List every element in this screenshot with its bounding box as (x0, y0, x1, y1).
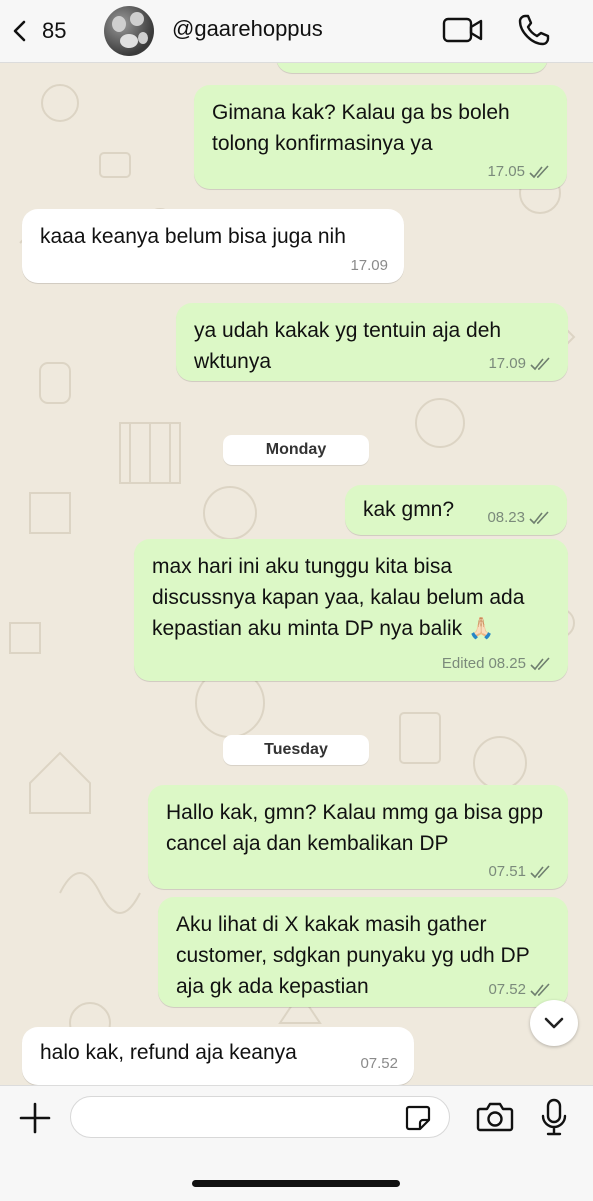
edited-label: Edited (441, 655, 485, 672)
message-bubble-outgoing[interactable]: ya udah kakak yg tentuin aja deh wktunya… (176, 303, 568, 381)
double-check-icon (530, 357, 550, 371)
message-time: 07.51 (488, 863, 526, 880)
chat-area[interactable]: Gimana kak? Kalau ga bs boleh tolong kon… (0, 63, 593, 1085)
day-separator-label: Monday (265, 441, 327, 458)
message-text: max hari ini aku tunggu kita bisa discus… (152, 555, 525, 640)
unread-count: 85 (42, 18, 67, 43)
message-meta: 07.52 (488, 981, 552, 999)
message-meta: 08.23 (487, 509, 551, 527)
message-text: Hallo kak, gmn? Kalau mmg ga bisa gpp ca… (166, 801, 544, 855)
camera-icon[interactable] (476, 1101, 514, 1133)
message-meta: 07.51 (488, 863, 552, 881)
message-input-bar (0, 1085, 593, 1201)
message-meta: 17.09 (488, 355, 552, 373)
message-bubble-outgoing[interactable]: kak gmn? 08.23 (345, 485, 567, 535)
message-meta: 17.09 (350, 257, 388, 275)
back-button[interactable]: 85 (8, 13, 80, 49)
microphone-icon[interactable] (540, 1098, 568, 1136)
message-text: halo kak, refund aja keanya (40, 1041, 297, 1064)
avatar[interactable] (104, 6, 154, 56)
day-separator: Monday (223, 435, 369, 465)
double-check-icon (529, 165, 549, 179)
message-text: kaaa keanya belum bisa juga nih (40, 225, 346, 248)
sticker-icon[interactable] (404, 1104, 432, 1132)
scroll-to-bottom-button[interactable] (530, 1000, 578, 1046)
double-check-icon (530, 657, 550, 671)
chat-header: 85 @gaarehoppus (0, 0, 593, 63)
message-time: 07.52 (360, 1055, 398, 1072)
contact-name[interactable]: @gaarehoppus (172, 16, 323, 42)
phone-icon[interactable] (516, 12, 552, 48)
message-time: 17.09 (488, 355, 526, 372)
day-separator: Tuesday (223, 735, 369, 765)
message-time: 08.23 (487, 509, 525, 526)
chevron-down-icon (544, 1017, 564, 1029)
message-bubble-outgoing[interactable]: Gimana kak? Kalau ga bs boleh tolong kon… (194, 85, 567, 189)
message-bubble-incoming[interactable]: halo kak, refund aja keanya 07.52 (22, 1027, 414, 1085)
message-bubble-partial (276, 63, 548, 73)
message-time: 17.05 (487, 163, 525, 180)
chevron-left-icon (13, 20, 26, 42)
day-separator-label: Tuesday (264, 741, 328, 758)
message-bubble-incoming[interactable]: kaaa keanya belum bisa juga nih 17.09 (22, 209, 404, 283)
message-meta: 17.05 (487, 163, 551, 181)
home-indicator (192, 1180, 400, 1187)
message-time: 17.09 (350, 257, 388, 274)
message-text: ya udah kakak yg tentuin aja deh wktunya (194, 319, 502, 373)
message-text: kak gmn? (363, 498, 455, 521)
plus-icon[interactable] (18, 1101, 52, 1135)
message-text: Gimana kak? Kalau ga bs boleh tolong kon… (212, 101, 510, 155)
message-bubble-outgoing[interactable]: max hari ini aku tunggu kita bisa discus… (134, 539, 568, 681)
message-input[interactable] (70, 1096, 450, 1138)
message-bubble-outgoing[interactable]: Aku lihat di X kakak masih gather custom… (158, 897, 568, 1007)
message-text: Aku lihat di X kakak masih gather custom… (176, 913, 530, 998)
double-check-icon (530, 983, 550, 997)
video-call-icon[interactable] (442, 14, 484, 46)
double-check-icon (530, 865, 550, 879)
message-meta: 07.52 (360, 1055, 398, 1073)
message-time: 08.25 (488, 655, 526, 672)
double-check-icon (529, 511, 549, 525)
message-meta: Edited 08.25 (442, 655, 552, 673)
message-time: 07.52 (488, 981, 526, 998)
message-bubble-outgoing[interactable]: Hallo kak, gmn? Kalau mmg ga bisa gpp ca… (148, 785, 568, 889)
